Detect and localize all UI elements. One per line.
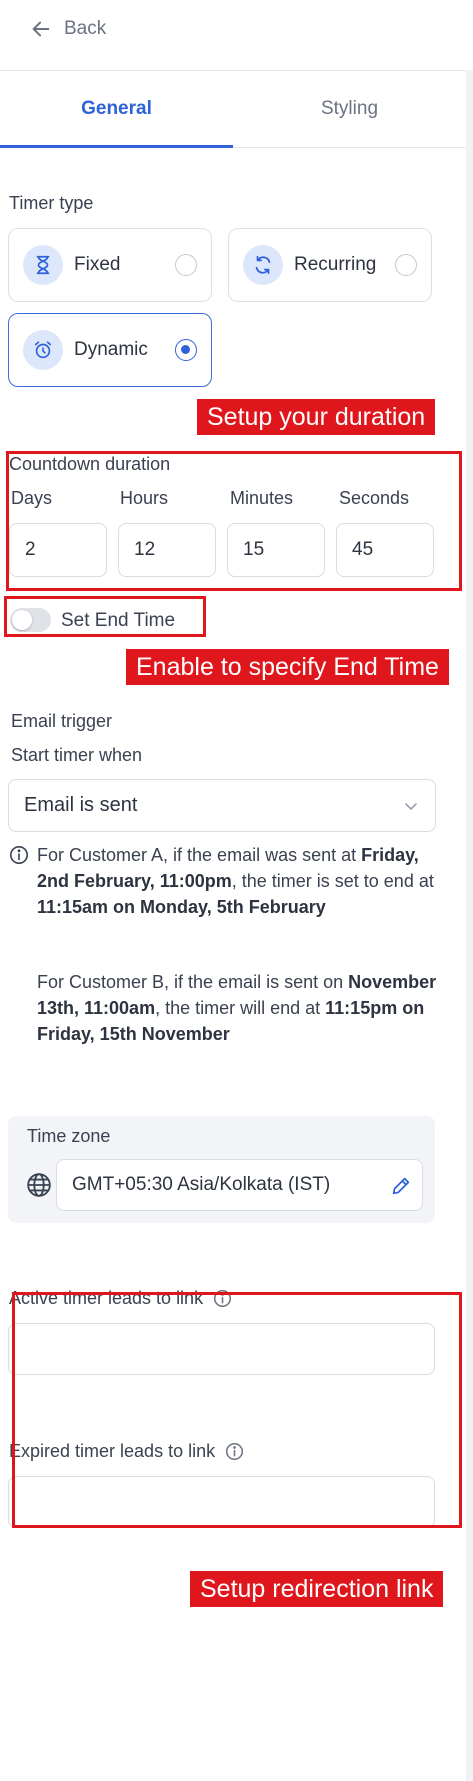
hourglass-icon <box>23 245 63 285</box>
timer-type-fixed[interactable]: Fixed <box>8 228 212 302</box>
tab-general[interactable]: General <box>0 71 233 148</box>
seconds-input[interactable]: 45 <box>336 523 434 577</box>
timer-type-label: Timer type <box>9 193 94 213</box>
settings-panel: Back General Styling Timer type Fixed Re… <box>0 0 466 1781</box>
timezone-value: GMT+05:30 Asia/Kolkata (IST) <box>72 1174 331 1195</box>
scrollbar[interactable] <box>466 70 473 1781</box>
timer-type-dynamic[interactable]: Dynamic <box>8 313 212 387</box>
pencil-icon[interactable] <box>390 1175 412 1197</box>
arrow-left-icon <box>32 21 50 37</box>
timezone-input[interactable]: GMT+05:30 Asia/Kolkata (IST) <box>56 1159 423 1211</box>
recurring-icon <box>243 245 283 285</box>
start-timer-select-value: Email is sent <box>24 794 138 816</box>
countdown-duration-label: Countdown duration <box>9 454 171 474</box>
seconds-label: Seconds <box>339 488 410 508</box>
dynamic-radio[interactable] <box>175 339 197 361</box>
tab-bar: General Styling <box>0 71 466 148</box>
timer-type-fixed-label: Fixed <box>74 254 121 275</box>
redirection-callout: Setup redirection link <box>190 1571 444 1607</box>
expired-link-input[interactable] <box>8 1476 435 1528</box>
expired-link-label: Expired timer leads to link <box>9 1441 244 1462</box>
back-button[interactable]: Back <box>30 14 106 44</box>
minutes-input[interactable]: 15 <box>227 523 325 577</box>
start-timer-when-label: Start timer when <box>11 745 143 765</box>
fixed-radio[interactable] <box>175 254 197 276</box>
hours-input[interactable]: 12 <box>118 523 216 577</box>
back-label: Back <box>64 18 107 39</box>
info-icon[interactable] <box>225 1442 244 1461</box>
hours-label: Hours <box>120 488 169 508</box>
set-end-time-toggle[interactable] <box>10 608 51 632</box>
recurring-radio[interactable] <box>395 254 417 276</box>
globe-icon <box>27 1173 51 1197</box>
timezone-label: Time zone <box>27 1126 111 1146</box>
set-end-time-label: Set End Time <box>61 610 176 631</box>
chevron-down-icon <box>405 803 417 810</box>
alarm-clock-icon <box>23 330 63 370</box>
start-timer-select[interactable]: Email is sent <box>8 779 436 832</box>
duration-callout: Setup your duration <box>197 399 436 435</box>
days-input[interactable]: 2 <box>9 523 107 577</box>
customer-a-example: For Customer A, if the email was sent at… <box>37 845 434 917</box>
tab-styling[interactable]: Styling <box>233 71 466 147</box>
info-icon <box>10 846 28 864</box>
customer-b-example: For Customer B, if the email is sent on … <box>37 972 437 1044</box>
minutes-label: Minutes <box>230 488 294 508</box>
active-link-label: Active timer leads to link <box>9 1288 232 1309</box>
timer-type-recurring[interactable]: Recurring <box>228 228 432 302</box>
email-trigger-label: Email trigger <box>11 711 113 731</box>
timer-type-dynamic-label: Dynamic <box>74 339 148 360</box>
timer-type-recurring-label: Recurring <box>294 254 377 275</box>
active-link-input[interactable] <box>8 1323 435 1375</box>
end-time-callout: Enable to specify End Time <box>126 649 449 685</box>
days-label: Days <box>11 488 53 508</box>
info-icon[interactable] <box>213 1289 232 1308</box>
timezone-section: Time zone GMT+05:30 Asia/Kolkata (IST) <box>8 1116 435 1223</box>
